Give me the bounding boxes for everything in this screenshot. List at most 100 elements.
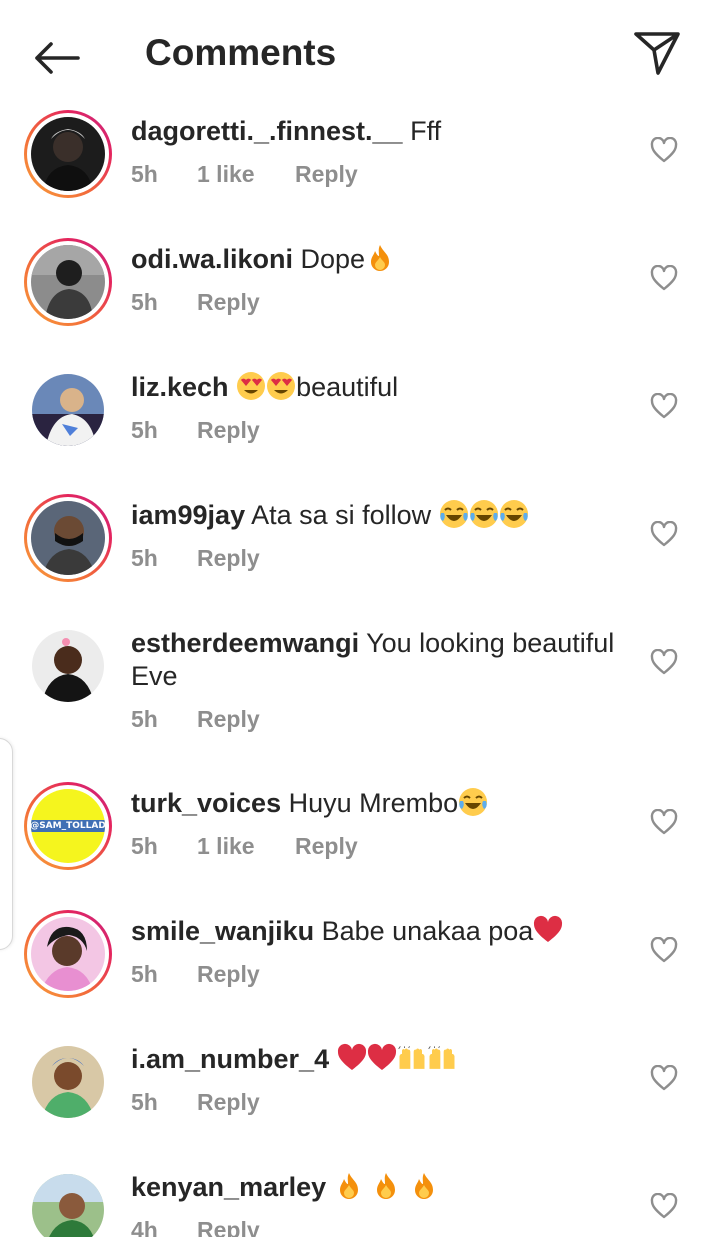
comment-username[interactable]: turk_voices [131,788,281,818]
heart-icon[interactable] [650,1065,678,1091]
fire-icon [371,245,390,271]
avatar [32,1046,104,1118]
comment-meta: 5h Reply [131,417,260,444]
joy-icon [439,500,468,528]
comment-body: i.am_number_4 [131,1043,631,1076]
heart-eyes-icon [237,372,266,400]
comment-username[interactable]: odi.wa.likoni [131,244,293,274]
comment-meta: 5h Reply [131,545,260,572]
avatar-story-ring[interactable]: @SAM_TOLLAD [24,782,112,870]
joy-icon [469,500,498,528]
raised-hands-icon [397,1046,425,1069]
comment-meta: 5h 1 like Reply [131,161,358,188]
avatar: @SAM_TOLLAD [31,789,105,863]
heart-icon[interactable] [650,521,678,547]
comment-username[interactable]: liz.kech [131,372,229,402]
avatar-story-ring[interactable] [24,238,112,326]
avatar [31,117,105,191]
comment-time: 5h [131,961,158,987]
comment-item: estherdeemwangi You looking beautiful Ev… [0,617,720,777]
fire-icon [377,1173,396,1199]
comment-username[interactable]: dagoretti._.finnest.__ [131,116,403,146]
arrow-left-icon [35,42,80,74]
back-button[interactable] [28,30,84,86]
reply-button[interactable]: Reply [197,417,260,444]
avatar-wrapper[interactable] [24,1166,112,1237]
app-header: Comments [0,0,720,105]
comment-time: 4h [131,1217,158,1237]
avatar-story-ring[interactable] [24,110,112,198]
comment-body: odi.wa.likoni Dope [131,243,631,276]
comment-body: turk_voices Huyu Mrembo [131,787,631,820]
reply-button[interactable]: Reply [197,961,260,988]
heart-icon[interactable] [650,393,678,419]
comment-text: Ata sa si follow [251,500,432,530]
fire-icon [414,1173,433,1199]
avatar-wrapper[interactable] [24,622,112,710]
reply-button[interactable]: Reply [197,545,260,572]
heart-icon[interactable] [650,137,678,163]
avatar [32,374,104,446]
comment-item: dagoretti._.finnest.__ Fff 5h 1 like Rep… [0,105,720,233]
heart-icon[interactable] [650,1193,678,1219]
heart-icon[interactable] [650,937,678,963]
comment-likes[interactable]: 1 like [197,161,295,188]
comment-item: smile_wanjiku Babe unakaa poa 5h Reply [0,905,720,1033]
comment-time: 5h [131,161,158,187]
comment-username[interactable]: smile_wanjiku [131,916,314,946]
comment-likes[interactable]: 1 like [197,833,295,860]
avatar [31,501,105,575]
avatar-story-ring[interactable] [24,910,112,998]
avatar [31,917,105,991]
comment-item: iam99jay Ata sa si follow 5h Reply [0,489,720,617]
comment-body: smile_wanjiku Babe unakaa poa [131,915,631,948]
red-heart-icon [534,915,563,942]
send-icon [634,32,680,75]
comment-username[interactable]: estherdeemwangi [131,628,359,658]
comment-username[interactable]: i.am_number_4 [131,1044,329,1074]
comment-meta: 5h Reply [131,1089,260,1116]
avatar [32,630,104,702]
comment-text: Huyu Mrembo [288,788,459,818]
heart-eyes-icon [267,372,296,400]
heart-icon[interactable] [650,265,678,291]
comment-text: beautiful [296,372,399,402]
heart-icon[interactable] [650,649,678,675]
reply-button[interactable]: Reply [197,1217,260,1237]
red-heart-icon [367,1043,396,1070]
comment-list: dagoretti._.finnest.__ Fff 5h 1 like Rep… [0,105,720,1237]
comment-text: Babe unakaa poa [321,916,534,946]
reply-button[interactable]: Reply [197,1089,260,1116]
comment-time: 5h [131,833,158,859]
comment-username[interactable]: iam99jay [131,500,245,530]
comment-meta: 5h 1 like Reply [131,833,358,860]
comment-username[interactable]: kenyan_marley [131,1172,326,1202]
comment-meta: 5h Reply [131,961,260,988]
comment-item: @SAM_TOLLAD turk_voices Huyu Mrembo 5h 1… [0,777,720,905]
comment-item: odi.wa.likoni Dope 5h Reply [0,233,720,361]
comment-text: Dope [300,244,366,274]
comment-meta: 5h Reply [131,706,260,733]
comment-meta: 4h Reply [131,1217,260,1237]
reply-button[interactable]: Reply [197,706,260,733]
joy-icon [459,788,488,816]
comment-time: 5h [131,545,158,571]
avatar-wrapper[interactable] [24,366,112,454]
raised-hands-icon [427,1046,455,1069]
reply-button[interactable]: Reply [295,161,358,188]
avatar-wrapper[interactable] [24,1038,112,1126]
comment-meta: 5h Reply [131,289,260,316]
avatar-story-ring[interactable] [24,494,112,582]
heart-icon[interactable] [650,809,678,835]
comment-body: dagoretti._.finnest.__ Fff [131,115,631,148]
reply-button[interactable]: Reply [295,833,358,860]
fire-icon [339,1173,358,1199]
comment-text: Fff [410,116,442,146]
comment-body: estherdeemwangi You looking beautiful Ev… [131,627,631,693]
reply-button[interactable]: Reply [197,289,260,316]
avatar [31,245,105,319]
comment-item: kenyan_marley 4h Reply [0,1161,720,1237]
share-button[interactable] [628,24,686,82]
comment-item: liz.kech beautiful 5h Reply [0,361,720,489]
avatar [32,1174,104,1237]
